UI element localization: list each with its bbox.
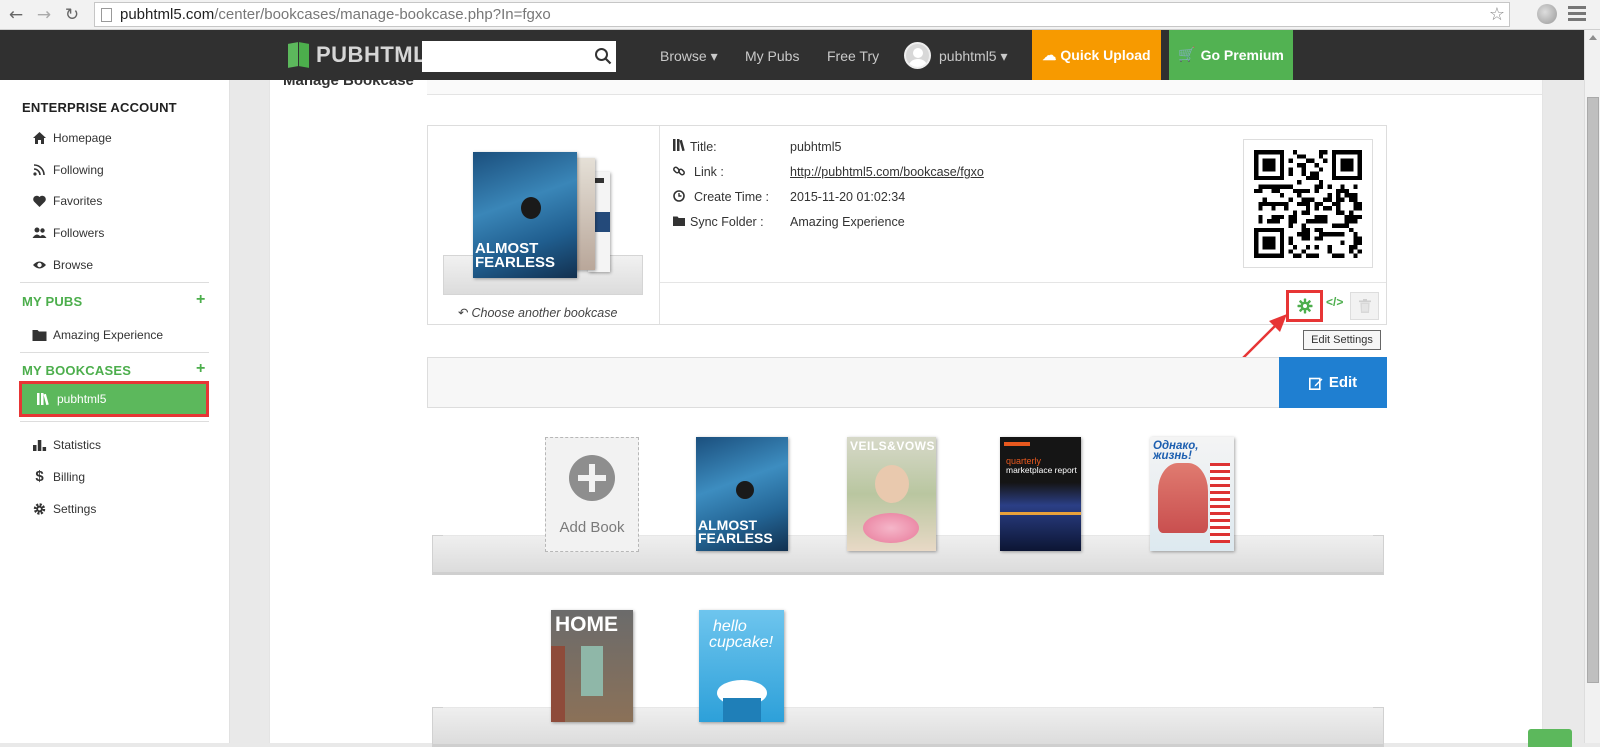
browser-toolbar: ← → ↻ pubhtml5.com/center/bookcases/mana… bbox=[0, 0, 1600, 30]
extension-globe-icon[interactable] bbox=[1537, 4, 1557, 24]
sidebar-item-favorites[interactable]: Favorites bbox=[32, 192, 102, 210]
browser-menu-icon[interactable] bbox=[1568, 6, 1586, 24]
add-book-button[interactable]: Add Book bbox=[545, 437, 639, 552]
couple-photo bbox=[1158, 463, 1208, 533]
book-logo-icon bbox=[288, 42, 310, 68]
create-time-value: 2015-11-20 01:02:34 bbox=[790, 190, 906, 204]
page-icon bbox=[101, 8, 112, 22]
title-value: pubhtml5 bbox=[790, 140, 842, 154]
trash-icon bbox=[1358, 299, 1371, 313]
folder-icon bbox=[32, 330, 47, 341]
rss-icon bbox=[33, 164, 45, 176]
site-logo[interactable]: PUBHTML5 bbox=[288, 42, 440, 68]
embed-code-icon[interactable]: </> bbox=[1326, 295, 1343, 309]
link-label: Link : bbox=[694, 165, 724, 179]
add-bookcase-plus-icon[interactable]: + bbox=[196, 360, 205, 378]
my-pubs-heading: MY PUBS bbox=[22, 294, 83, 309]
edit-icon bbox=[1308, 377, 1323, 390]
sync-folder-label: Sync Folder : bbox=[690, 215, 764, 229]
skydiver-figure bbox=[736, 481, 754, 499]
bookcase-link[interactable]: http://pubhtml5.com/bookcase/fgxo bbox=[790, 165, 984, 179]
sidebar-divider bbox=[20, 421, 209, 422]
my-bookcases-heading: MY BOOKCASES bbox=[22, 363, 132, 378]
sidebar-item-statistics[interactable]: Statistics bbox=[32, 436, 101, 454]
sidebar-item-following[interactable]: Following bbox=[32, 161, 104, 179]
browse-menu[interactable]: Browse ▾ bbox=[660, 48, 718, 65]
sidebar-item-followers[interactable]: Followers bbox=[32, 224, 104, 242]
users-icon bbox=[32, 227, 47, 238]
sync-folder-value: Amazing Experience bbox=[790, 215, 905, 229]
add-pub-plus-icon[interactable]: + bbox=[196, 291, 205, 309]
book-cover-almost-fearless[interactable]: ALMOST FEARLESS bbox=[696, 437, 788, 551]
dollar-icon: $ bbox=[35, 468, 44, 485]
scroll-up-arrow-icon[interactable] bbox=[1589, 35, 1597, 40]
bookmark-star-icon[interactable]: ☆ bbox=[1489, 4, 1505, 25]
cover-headlines bbox=[1210, 463, 1230, 543]
book-cover-hello-cupcake[interactable]: hello cupcake! bbox=[699, 610, 784, 722]
brick-wall bbox=[551, 646, 565, 722]
back-to-top-button[interactable] bbox=[1528, 729, 1572, 747]
eye-icon bbox=[33, 261, 46, 269]
forward-arrow-icon[interactable]: → bbox=[34, 4, 54, 26]
edit-button[interactable]: Edit bbox=[1279, 357, 1387, 408]
avatar[interactable] bbox=[904, 42, 931, 69]
go-premium-button[interactable]: 🛒 Go Premium bbox=[1169, 30, 1293, 80]
info-card-footer-divider bbox=[660, 282, 1386, 283]
sidebar-item-settings[interactable]: Settings bbox=[32, 500, 96, 518]
horizon-glow bbox=[1000, 512, 1081, 515]
sidebar-item-pubhtml5-bookcase[interactable]: pubhtml5 bbox=[19, 381, 209, 417]
enterprise-account-heading: ENTERPRISE ACCOUNT bbox=[22, 100, 177, 115]
quick-upload-button[interactable]: ☁ Quick Upload bbox=[1032, 30, 1161, 80]
upload-cloud-icon: ☁ bbox=[1042, 46, 1057, 63]
back-arrow-icon[interactable]: ← bbox=[6, 4, 26, 26]
scrollbar-thumb[interactable] bbox=[1587, 97, 1599, 683]
bar-chart-icon bbox=[33, 440, 47, 451]
qr-code bbox=[1243, 139, 1373, 268]
user-menu[interactable]: pubhtml5 ▾ bbox=[939, 48, 1008, 65]
delete-button[interactable] bbox=[1350, 292, 1379, 320]
bookcase-icon bbox=[37, 393, 49, 406]
sidebar-divider bbox=[20, 282, 209, 283]
search-icon[interactable] bbox=[594, 47, 612, 65]
url-text[interactable]: pubhtml5.com/center/bookcases/manage-boo… bbox=[120, 6, 551, 23]
stack-book-front: ALMOST FEARLESS bbox=[473, 152, 577, 278]
plus-circle-icon bbox=[569, 455, 615, 501]
site-navbar: PUBHTML5 Browse ▾ My Pubs Free Try pubht… bbox=[0, 30, 1600, 80]
sidebar-item-amazing-experience[interactable]: Amazing Experience bbox=[32, 326, 163, 344]
book-cover-home[interactable]: HOME bbox=[551, 610, 633, 722]
title-label: Title: bbox=[690, 140, 717, 154]
title-band bbox=[427, 80, 1542, 95]
choose-another-bookcase-link[interactable]: ↶ Choose another bookcase bbox=[458, 305, 617, 320]
front-door bbox=[581, 646, 603, 696]
book-cover-odnako-zhizn[interactable]: Однако, жизнь! bbox=[1150, 437, 1234, 551]
free-try-link[interactable]: Free Try bbox=[827, 48, 879, 64]
bookcase-edit-bar bbox=[427, 357, 1387, 408]
sidebar-item-homepage[interactable]: Homepage bbox=[32, 129, 112, 147]
qr-code-image bbox=[1254, 150, 1362, 258]
bouquet bbox=[863, 513, 919, 543]
folder-icon bbox=[673, 216, 685, 226]
bookcase-stack-preview[interactable]: ALMOST FEARLESS bbox=[443, 148, 643, 298]
my-pubs-link[interactable]: My Pubs bbox=[745, 48, 799, 64]
reply-arrow-icon: ↶ bbox=[458, 305, 469, 320]
sidebar-divider bbox=[20, 352, 209, 353]
bookcase-title-icon bbox=[673, 139, 685, 151]
home-icon bbox=[33, 132, 46, 144]
sidebar-item-browse[interactable]: Browse bbox=[32, 256, 93, 274]
bride-face bbox=[875, 465, 909, 503]
cart-icon: 🛒 bbox=[1178, 47, 1196, 63]
address-bar[interactable]: pubhtml5.com/center/bookcases/manage-boo… bbox=[94, 2, 1510, 27]
clock-icon bbox=[673, 190, 685, 202]
book-cover-veils-vows[interactable]: VEILS&VOWS bbox=[847, 437, 936, 551]
reload-icon[interactable]: ↻ bbox=[62, 4, 82, 26]
heart-icon bbox=[33, 195, 46, 207]
page-scrollbar[interactable] bbox=[1584, 30, 1600, 743]
create-time-label: Create Time : bbox=[694, 190, 770, 204]
book-cover-marketplace-report[interactable]: quarterly marketplace report bbox=[1000, 437, 1081, 551]
cupcake-base bbox=[723, 698, 761, 722]
link-icon bbox=[673, 166, 685, 176]
sidebar-item-billing[interactable]: $ Billing bbox=[32, 468, 85, 486]
search-input[interactable] bbox=[422, 41, 616, 72]
gear-icon bbox=[33, 503, 46, 515]
